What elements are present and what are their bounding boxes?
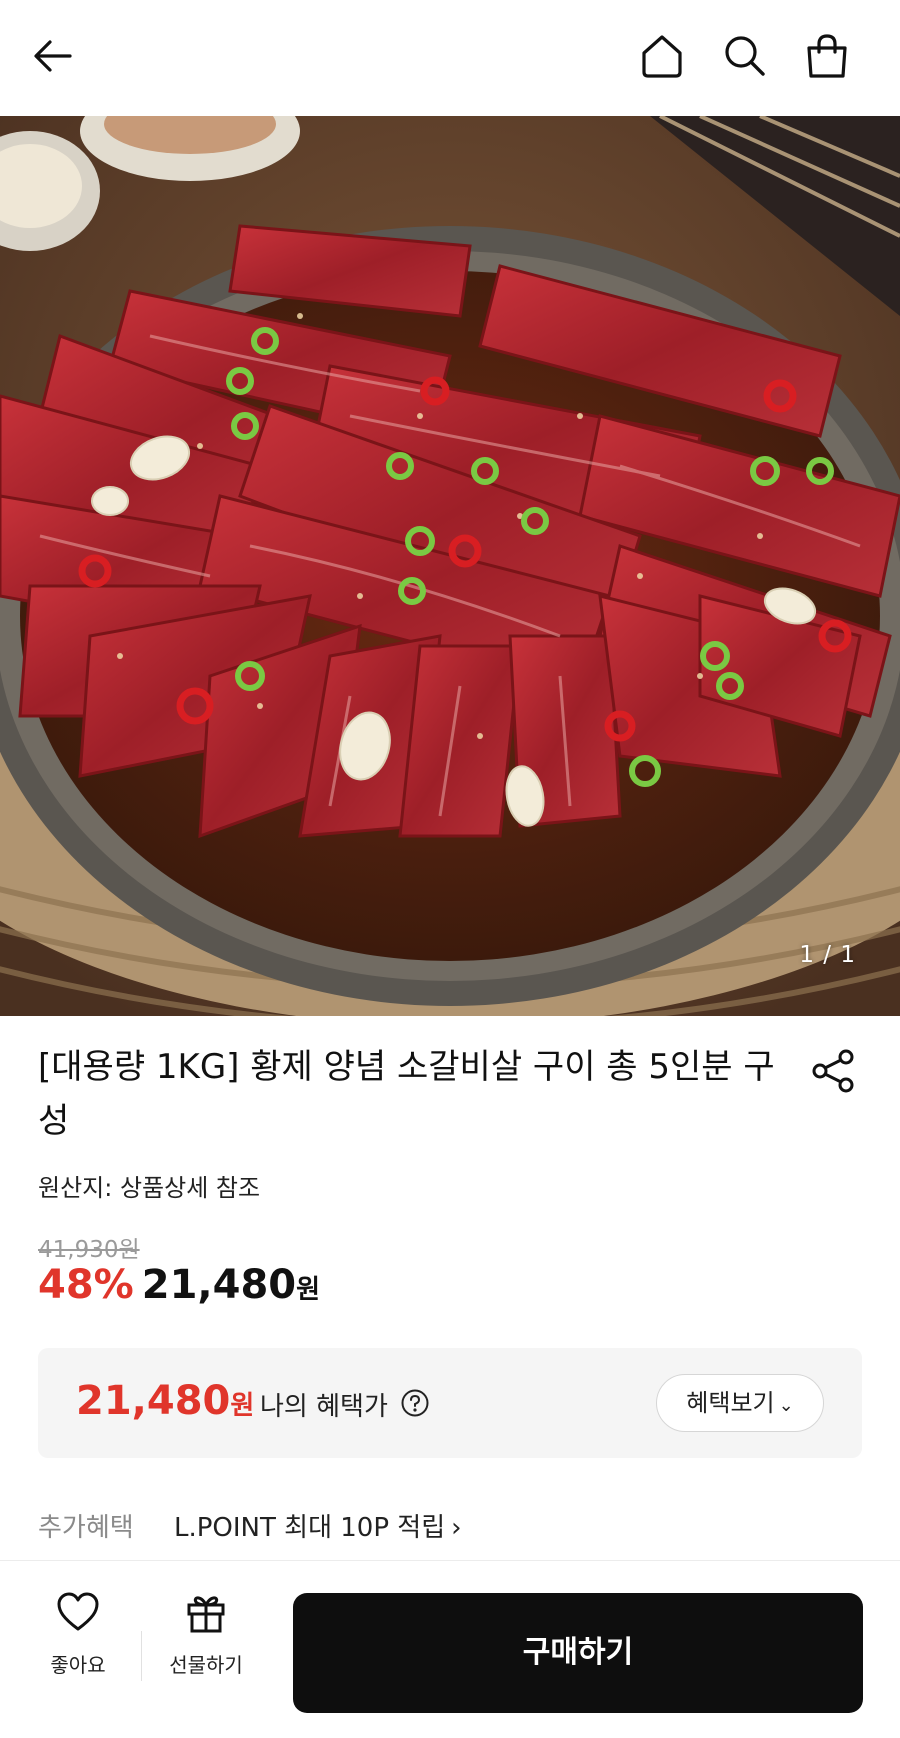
- product-image[interactable]: 1 / 1: [0, 116, 900, 1016]
- like-label: 좋아요: [50, 1653, 106, 1677]
- extra-benefit-label: 추가혜택: [38, 1513, 134, 1543]
- home-icon: [642, 35, 682, 78]
- top-header: [0, 0, 900, 116]
- product-detail-page: 1 / 1 [대용량 1KG] 황제 양념 소갈비살 구이 총 5인분 구성 원…: [0, 0, 900, 1738]
- gift-icon: [187, 1596, 225, 1633]
- gift-label: 선물하기: [169, 1653, 243, 1677]
- discount-rate: 48%: [38, 1262, 134, 1308]
- heart-icon: [57, 1592, 99, 1631]
- cart-button[interactable]: [799, 28, 855, 84]
- marinated-beef-photo: [0, 116, 900, 1016]
- gift-button[interactable]: 선물하기: [158, 1589, 254, 1699]
- share-button[interactable]: [808, 1045, 860, 1097]
- help-button[interactable]: [400, 1388, 430, 1418]
- image-counter: 1 / 1: [799, 942, 856, 968]
- buy-button[interactable]: 구매하기: [293, 1593, 863, 1713]
- divider: [141, 1631, 142, 1681]
- benefit-price-currency: 원: [230, 1391, 255, 1421]
- share-icon: [812, 1049, 854, 1093]
- lpoint-benefit-text: L.POINT 최대 10P 적립: [174, 1513, 446, 1543]
- benefit-price-value: 21,480: [76, 1378, 231, 1424]
- bottom-action-bar: 좋아요 선물하기 구매하기: [0, 1560, 900, 1738]
- lpoint-benefit-link[interactable]: L.POINT 최대 10P 적립 ›: [174, 1507, 462, 1544]
- view-benefits-label: 혜택보기: [686, 1389, 775, 1417]
- benefit-price: 21,480원: [76, 1378, 254, 1424]
- back-button[interactable]: [26, 28, 82, 84]
- original-price: 41,930원: [38, 1237, 140, 1263]
- chevron-down-icon: ⌄: [778, 1395, 794, 1416]
- product-title: [대용량 1KG] 황제 양념 소갈비살 구이 총 5인분 구성: [38, 1047, 775, 1141]
- sale-price: 21,480: [141, 1262, 297, 1308]
- question-circle-icon: [401, 1389, 429, 1417]
- search-button[interactable]: [717, 28, 773, 84]
- shopping-bag-icon: [807, 34, 847, 78]
- price-row: 48% 21,480원: [38, 1262, 320, 1308]
- view-benefits-button[interactable]: 혜택보기 ⌄: [656, 1374, 824, 1432]
- arrow-left-icon: [34, 40, 72, 72]
- benefit-label: 나의 혜택가: [260, 1392, 388, 1422]
- like-button[interactable]: 좋아요: [30, 1589, 126, 1699]
- sale-currency: 원: [296, 1275, 321, 1305]
- benefit-box: 21,480원 나의 혜택가 혜택보기 ⌄: [38, 1348, 862, 1458]
- search-icon: [725, 36, 765, 76]
- origin-info: 원산지: 상품상세 참조: [38, 1174, 261, 1202]
- home-button[interactable]: [634, 28, 690, 84]
- chevron-right-icon: ›: [451, 1513, 462, 1543]
